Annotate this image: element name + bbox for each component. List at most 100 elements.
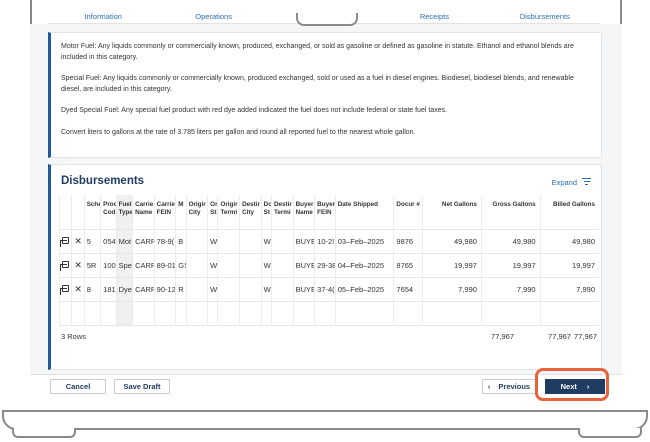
cell-dst: W. bbox=[260, 252, 272, 277]
empty-cell bbox=[539, 300, 599, 325]
laptop-base bbox=[2, 410, 648, 430]
column-header-net[interactable]: Net Gallons bbox=[422, 195, 482, 229]
column-header-fuel[interactable]: Fuel Type bbox=[115, 195, 133, 229]
empty-cell bbox=[270, 300, 294, 325]
cell-dterm bbox=[270, 228, 294, 253]
column-header-carr[interactable]: Carrie Name bbox=[132, 195, 155, 229]
cell-m: R bbox=[175, 276, 187, 301]
copy-icon[interactable] bbox=[60, 284, 69, 295]
cell-dst: W. bbox=[260, 276, 272, 301]
column-header-ost[interactable]: Or St bbox=[207, 195, 218, 229]
column-header-doc[interactable]: Docur # bbox=[393, 195, 423, 229]
column-header-act1[interactable] bbox=[58, 195, 72, 229]
table-row[interactable]: ✕8181DyeCARR90-12R W. W. BUYE37-4(05–Feb–20… bbox=[58, 276, 599, 301]
expand-link[interactable]: Expand bbox=[552, 178, 577, 187]
tab-operations[interactable]: Operations bbox=[158, 8, 268, 23]
table-row[interactable]: ✕5054MotCARR78-9(B W. W. BUYE10-2!03–Feb–20… bbox=[58, 228, 599, 253]
chevron-right-icon: › bbox=[586, 382, 590, 391]
conversion-note: Convert liters to gallons at the rate of… bbox=[61, 128, 416, 136]
cell-gross: 49,980 bbox=[480, 228, 541, 253]
cell-billed: 19,997 bbox=[539, 252, 599, 277]
laptop-foot-left bbox=[12, 428, 76, 438]
cell-net: 7,990 bbox=[422, 276, 482, 301]
table-row[interactable]: ✕5R100SpeCARR89-01GS W. W. BUYE29-3804–Feb–… bbox=[58, 252, 599, 277]
cell-sch: 5 bbox=[83, 228, 101, 253]
empty-cell bbox=[480, 300, 541, 325]
disbursements-panel: Disbursements Expand Sche Prod Cod Fuel Ty… bbox=[48, 164, 602, 370]
cell-dterm bbox=[270, 252, 294, 277]
net-gallons-total: 77,967 bbox=[491, 332, 514, 341]
cell-ocity bbox=[185, 252, 208, 277]
cell-fuel: Dye bbox=[115, 276, 133, 301]
column-header-m[interactable]: M bbox=[175, 195, 187, 229]
cell-bname: BUYE bbox=[292, 252, 315, 277]
column-header-bname[interactable]: Buyer Name bbox=[292, 195, 315, 229]
column-header-date[interactable]: Date Shipped bbox=[334, 195, 394, 229]
cancel-button[interactable]: Cancel bbox=[50, 379, 106, 394]
cell-carr: CARR bbox=[132, 228, 155, 253]
copy-icon[interactable] bbox=[60, 260, 69, 271]
column-header-act2[interactable] bbox=[71, 195, 85, 229]
column-header-billed[interactable]: Billed Gallons bbox=[539, 195, 599, 229]
column-header-dterm[interactable]: Destir Termi bbox=[270, 195, 294, 229]
copy-cell bbox=[58, 252, 72, 277]
special-fuel-definition: Special Fuel: Any liquids commonly or co… bbox=[61, 75, 574, 93]
column-header-ocity[interactable]: Origir City bbox=[185, 195, 208, 229]
camera-notch bbox=[296, 13, 358, 26]
cell-oterm bbox=[217, 228, 240, 253]
delete-cell bbox=[71, 300, 85, 325]
previous-label: Previous bbox=[498, 382, 531, 391]
column-header-dst[interactable]: Do St bbox=[260, 195, 272, 229]
previous-button[interactable]: ‹ Previous bbox=[482, 379, 536, 394]
copy-icon[interactable] bbox=[60, 236, 69, 247]
cell-bfein: 10-2! bbox=[314, 228, 336, 253]
cell-cfein: 89-01 bbox=[153, 252, 176, 277]
empty-cell bbox=[260, 300, 272, 325]
delete-cell: ✕ bbox=[71, 252, 85, 277]
next-label: Next bbox=[560, 382, 577, 391]
cell-date: 04–Feb–2025 bbox=[334, 252, 394, 277]
cell-carr: CARR bbox=[132, 276, 155, 301]
tab-receipts[interactable]: Receipts bbox=[379, 8, 489, 23]
disbursements-title: Disbursements bbox=[61, 175, 145, 187]
row-count: 3 Rows bbox=[61, 332, 87, 341]
next-button[interactable]: Next › bbox=[545, 379, 605, 394]
column-header-bfein[interactable]: Buyer FEIN bbox=[314, 195, 336, 229]
cell-dcity bbox=[239, 252, 262, 277]
cell-ost: W. bbox=[207, 276, 218, 301]
column-header-dcity[interactable]: Destir City bbox=[239, 195, 262, 229]
empty-cell bbox=[292, 300, 315, 325]
filter-icon[interactable] bbox=[582, 178, 591, 186]
delete-icon[interactable]: ✕ bbox=[74, 236, 82, 246]
save-draft-button[interactable]: Save Draft bbox=[114, 379, 170, 394]
empty-row bbox=[58, 300, 599, 325]
grid-footer: 3 Rows 77,967 77,967 77,967 bbox=[59, 325, 599, 345]
cell-date: 03–Feb–2025 bbox=[334, 228, 394, 253]
column-header-gross[interactable]: Gross Gallons bbox=[480, 195, 541, 229]
delete-icon[interactable]: ✕ bbox=[74, 284, 82, 294]
column-header-prod[interactable]: Prod Cod bbox=[100, 195, 117, 229]
empty-cell bbox=[393, 300, 423, 325]
cell-sch: 5R bbox=[83, 252, 101, 277]
cell-gross: 19,997 bbox=[480, 252, 541, 277]
tab-disbursements[interactable]: Disbursements bbox=[490, 8, 600, 23]
delete-icon[interactable]: ✕ bbox=[74, 260, 82, 270]
tab-information[interactable]: Information bbox=[48, 8, 158, 23]
grid-header-row: Sche Prod Cod Fuel Type Carrie Name Carrie F… bbox=[58, 195, 599, 229]
cell-oterm bbox=[217, 252, 240, 277]
column-header-oterm[interactable]: Origir Termi bbox=[217, 195, 240, 229]
cell-cfein: 90-12 bbox=[153, 276, 176, 301]
column-header-sch[interactable]: Sche bbox=[83, 195, 101, 229]
cell-dcity bbox=[239, 228, 262, 253]
cell-dterm bbox=[270, 276, 294, 301]
cell-gross: 7,990 bbox=[480, 276, 541, 301]
column-header-cfein[interactable]: Carrie FEIN bbox=[153, 195, 176, 229]
cell-bname: BUYE bbox=[292, 276, 315, 301]
cell-net: 19,997 bbox=[422, 252, 482, 277]
cell-billed: 49,980 bbox=[539, 228, 599, 253]
cell-ost: W. bbox=[207, 252, 218, 277]
empty-cell bbox=[83, 300, 101, 325]
empty-cell bbox=[314, 300, 336, 325]
cell-m: GS bbox=[175, 252, 187, 277]
cell-date: 05–Feb–2025 bbox=[334, 276, 394, 301]
